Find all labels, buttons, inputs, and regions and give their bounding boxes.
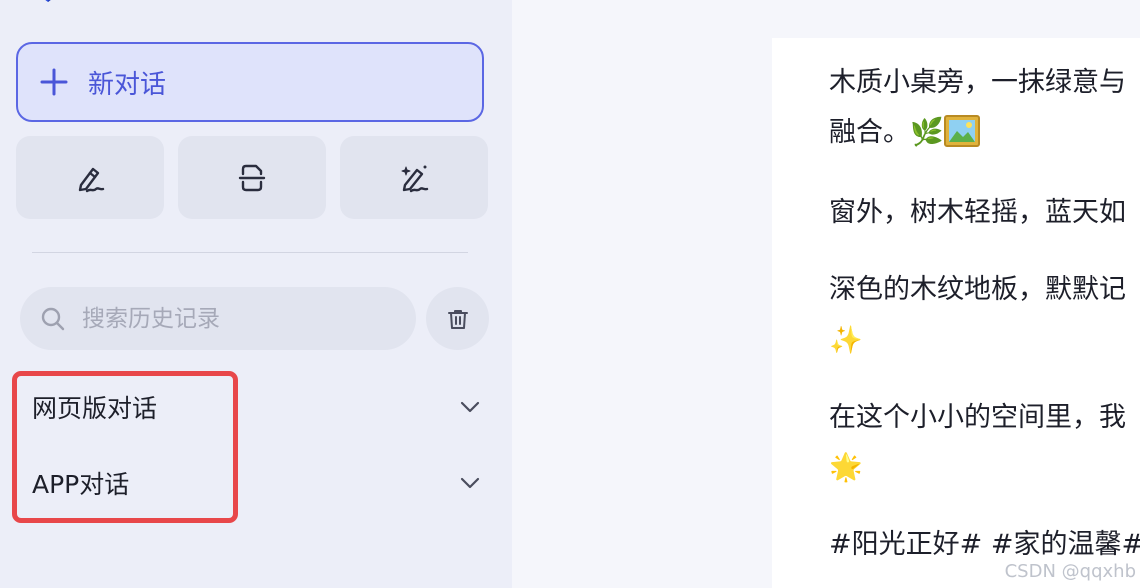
- scan-document-button[interactable]: [178, 136, 326, 219]
- picture-icon: [943, 115, 980, 147]
- content-line-4: 深色的木纹地板，默默记: [829, 274, 1126, 305]
- magic-write-button[interactable]: [340, 136, 488, 219]
- watermark: CSDN @qqxhb: [1004, 561, 1136, 582]
- new-chat-button[interactable]: 新对话: [16, 42, 484, 122]
- document-scan-icon: [238, 164, 266, 191]
- plus-icon: [40, 68, 68, 96]
- content-line-1: 木质小桌旁，一抹绿意与: [829, 67, 1126, 98]
- glowing-star-emoji: 🌟: [829, 452, 863, 483]
- history-search[interactable]: [20, 287, 416, 350]
- herb-emoji: 🌿: [910, 117, 944, 148]
- content-panel: 木质小桌旁，一抹绿意与 融合。🌿 窗外，树木轻摇，蓝天如 深色的木纹地板，默默记…: [772, 38, 1140, 588]
- sidebar: 新对话 搜索历史记录 网页版对话 APP对话: [0, 0, 512, 588]
- pen-write-icon: [78, 167, 105, 192]
- trash-icon: [447, 309, 468, 329]
- chevron-down-icon[interactable]: [458, 395, 482, 419]
- write-tool-button[interactable]: [16, 136, 164, 219]
- content-line-3: 窗外，树木轻摇，蓝天如: [829, 197, 1126, 228]
- cube-logo-icon: [45, 0, 51, 2]
- new-chat-label: 新对话: [88, 69, 167, 100]
- search-icon: [41, 307, 65, 330]
- clear-history-button[interactable]: [426, 287, 489, 350]
- history-search-input[interactable]: [80, 304, 384, 333]
- sparkles-emoji: ✨: [829, 325, 863, 356]
- chevron-down-icon[interactable]: [458, 471, 482, 495]
- annotation-highlight-box: [12, 371, 238, 523]
- content-line-5: 在这个小小的空间里，我: [829, 402, 1126, 433]
- main-area: 木质小桌旁，一抹绿意与 融合。🌿 窗外，树木轻摇，蓝天如 深色的木纹地板，默默记…: [512, 0, 1140, 588]
- magic-pen-icon: [401, 165, 429, 192]
- content-line-2-text: 融合。: [829, 117, 910, 148]
- sidebar-divider: [32, 252, 468, 253]
- content-line-2: 融合。🌿: [829, 108, 980, 158]
